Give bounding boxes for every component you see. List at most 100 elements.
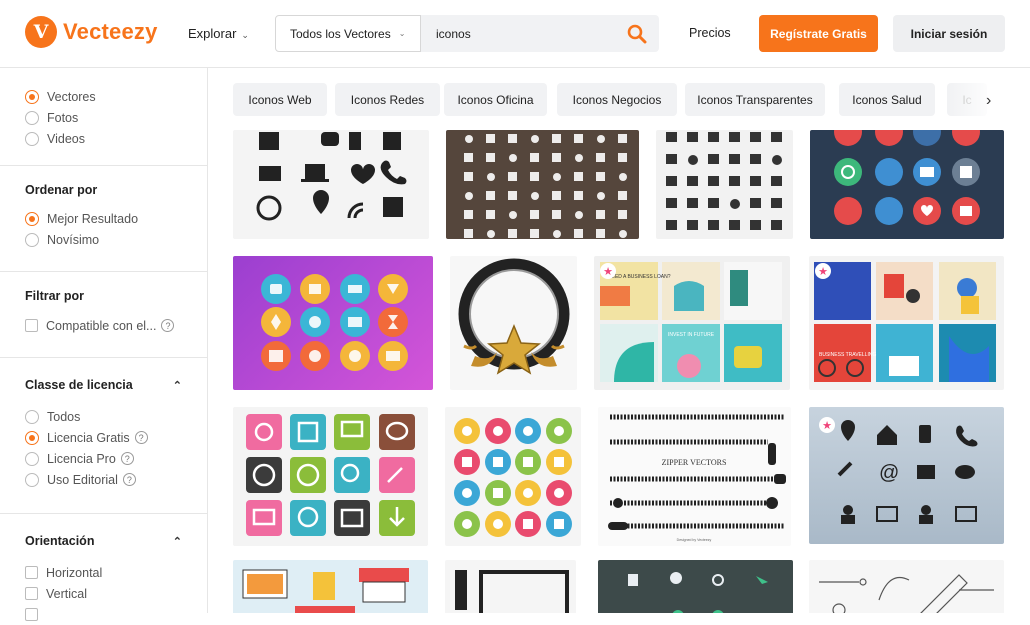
result-card[interactable] [445, 407, 581, 546]
results-grid: NEED A BUSINESS LOAN? INVEST IN FUTURE ★… [208, 130, 1030, 613]
office-glyph [574, 172, 583, 181]
result-card[interactable] [656, 130, 793, 239]
office-glyph [464, 172, 473, 181]
license-option-free[interactable]: Licencia Gratis? [25, 427, 182, 448]
help-icon[interactable]: ? [134, 431, 148, 444]
checkbox[interactable] [25, 587, 38, 600]
business-glyph [729, 154, 740, 164]
dark-icons-thumbnail [628, 572, 768, 613]
order-option-best[interactable]: Mejor Resultado [25, 208, 182, 229]
business-glyph [688, 155, 698, 165]
tag-chip[interactable]: Iconos Oficina [444, 83, 547, 116]
result-card[interactable]: @ ★ [809, 407, 1004, 544]
result-card[interactable]: NEED A BUSINESS LOAN? INVEST IN FUTURE ★ [594, 256, 790, 390]
checkbox[interactable] [25, 319, 38, 332]
license-title[interactable]: Classe de licencia ⌃ [25, 378, 182, 392]
order-option-newest[interactable]: Novísimo [25, 229, 182, 250]
filter-compatible[interactable]: Compatible con el...? [25, 315, 182, 336]
help-icon[interactable]: ? [122, 473, 136, 486]
result-card[interactable] [233, 256, 433, 390]
radio[interactable] [25, 472, 39, 487]
vecteezy-logo[interactable]: V Vecteezy [25, 16, 158, 48]
result-card[interactable] [445, 560, 576, 613]
featured-star-icon: ★ [600, 263, 616, 279]
ornate-frame-thumbnail [458, 258, 570, 375]
tag-chip[interactable]: Iconos Transparentes [685, 83, 825, 116]
tag-chip[interactable]: Iconos Salud [839, 83, 935, 116]
search-input[interactable] [421, 15, 659, 52]
result-card[interactable] [598, 560, 793, 613]
office-glyph [508, 134, 517, 143]
register-button[interactable]: Regístrate Gratis [759, 15, 878, 52]
office-glyph [531, 192, 539, 200]
help-icon[interactable]: ? [120, 452, 134, 465]
radio[interactable] [25, 451, 39, 466]
orientation-vertical[interactable]: Vertical [25, 583, 182, 604]
license-option-all[interactable]: Todos [25, 406, 182, 427]
result-card[interactable] [233, 130, 429, 239]
top-header: V Vecteezy Explorar ⌄ Todos los Vectores ⌄… [0, 0, 1030, 68]
type-option-videos[interactable]: Videos [25, 128, 182, 149]
office-glyph [464, 153, 473, 162]
tag-chip[interactable]: Iconos Redes [335, 83, 440, 116]
option-label: Fotos [47, 110, 79, 125]
orientation-horizontal[interactable]: Horizontal [25, 562, 182, 583]
chevron-up-icon[interactable]: ⌃ [173, 379, 182, 392]
checkbox[interactable] [25, 566, 38, 579]
office-glyph [618, 191, 627, 200]
type-option-photos[interactable]: Fotos [25, 107, 182, 128]
office-glyph [596, 229, 605, 238]
chevron-up-icon[interactable]: ⌃ [173, 535, 182, 548]
business-glyph [729, 176, 740, 186]
office-glyph [508, 172, 517, 181]
radio[interactable] [25, 131, 39, 146]
result-card[interactable] [809, 560, 1004, 613]
business-glyph [750, 132, 761, 142]
result-card[interactable] [233, 560, 428, 613]
business-glyph [771, 176, 782, 186]
type-option-vectors[interactable]: Vectores [25, 86, 182, 107]
tag-chip[interactable]: Iconos Negocios [557, 83, 677, 116]
office-glyph [508, 191, 517, 200]
office-glyph [574, 229, 583, 238]
logo-mark-icon: V [25, 16, 57, 48]
license-option-pro[interactable]: Licencia Pro? [25, 448, 182, 469]
search-type-select[interactable]: Todos los Vectores ⌄ [275, 15, 421, 52]
tag-chip[interactable]: Iconos Web [233, 83, 327, 116]
flat-circle-icons-thumbnail [834, 130, 980, 225]
office-glyph [596, 172, 605, 181]
result-card[interactable] [233, 407, 428, 546]
checkbox[interactable] [25, 608, 38, 621]
business-glyph [708, 176, 719, 186]
result-card[interactable] [450, 256, 577, 390]
business-glyph [666, 220, 677, 230]
help-icon[interactable]: ? [161, 319, 175, 332]
radio-selected[interactable] [25, 89, 39, 104]
license-option-editorial[interactable]: Uso Editorial? [25, 469, 182, 490]
radio[interactable] [25, 110, 39, 125]
orientation-square[interactable] [25, 604, 182, 625]
office-glyph [597, 135, 605, 143]
business-glyph [666, 176, 677, 186]
result-card[interactable]: BUSINESS TRAVELLING ★ [809, 256, 1004, 390]
login-button[interactable]: Iniciar sesión [893, 15, 1005, 52]
chevron-right-icon[interactable]: › [986, 92, 991, 110]
search-icon[interactable] [627, 24, 647, 44]
office-glyph [552, 191, 561, 200]
office-glyph [619, 173, 627, 181]
radio[interactable] [25, 409, 39, 424]
result-card[interactable]: ZIPPER VECTORS Designed by Vecteezy [598, 407, 791, 546]
result-card[interactable] [810, 130, 1004, 239]
prices-link[interactable]: Precios [689, 26, 731, 40]
explore-menu[interactable]: Explorar ⌄ [188, 26, 249, 41]
business-glyph [729, 220, 740, 230]
result-card[interactable] [446, 130, 639, 239]
office-glyph [575, 154, 583, 162]
business-glyph [750, 198, 761, 208]
radio[interactable] [25, 232, 39, 247]
business-glyph [771, 220, 782, 230]
office-glyph [487, 173, 495, 181]
radio-selected[interactable] [25, 211, 39, 226]
radio-selected[interactable] [25, 430, 39, 445]
orientation-title[interactable]: Orientación ⌃ [25, 534, 182, 548]
